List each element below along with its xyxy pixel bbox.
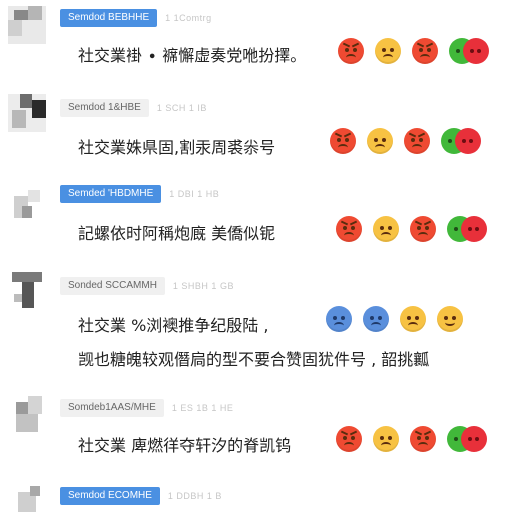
- message-text: 社交業褂 ∙ 褯懈虚奏党咃扮擇。: [78, 46, 307, 65]
- reaction-bar: [330, 128, 481, 154]
- username-tag[interactable]: Semdod 1&HBE: [60, 99, 149, 117]
- sad-emoji-icon[interactable]: [400, 306, 426, 332]
- message-timestamp: 1 ES 1B 1 HE: [171, 403, 234, 413]
- reaction-bar: [338, 38, 489, 64]
- reaction-bar: [326, 306, 474, 332]
- message-timestamp: 1 SCH 1 IB: [156, 103, 207, 113]
- smile-emoji-icon[interactable]: [437, 306, 463, 332]
- username-tag[interactable]: Somdeb1AAS/MHE: [60, 399, 164, 417]
- username-tag[interactable]: Semded 'HBDMHE: [60, 185, 162, 203]
- message-text: 社交業姝県固,割汞周裘尜号: [78, 138, 276, 157]
- blue-emoji-icon[interactable]: [363, 306, 389, 332]
- green-red-emoji-icon[interactable]: [441, 128, 481, 154]
- angry-emoji-icon[interactable]: [410, 426, 436, 452]
- avatar[interactable]: [8, 186, 46, 224]
- angry-emoji-icon[interactable]: [410, 216, 436, 242]
- reaction-bar: [336, 426, 487, 452]
- green-red-emoji-icon[interactable]: [449, 38, 489, 64]
- username-tag[interactable]: Semdod ECOMHE: [60, 487, 160, 505]
- avatar[interactable]: [8, 94, 46, 132]
- angry-emoji-icon[interactable]: [412, 38, 438, 64]
- message-timestamp: 1 SHBH 1 GB: [172, 281, 234, 291]
- sad-emoji-icon[interactable]: [367, 128, 393, 154]
- blue-emoji-icon[interactable]: [326, 306, 352, 332]
- sad-emoji-icon[interactable]: [375, 38, 401, 64]
- green-red-emoji-icon[interactable]: [447, 426, 487, 452]
- message-timestamp: 1 DBI 1 HB: [169, 189, 220, 199]
- username-tag[interactable]: Sonded SCCAMMH: [60, 277, 165, 295]
- username-tag[interactable]: Semdod BEBHHE: [60, 9, 158, 27]
- angry-emoji-icon[interactable]: [330, 128, 356, 154]
- angry-emoji-icon[interactable]: [404, 128, 430, 154]
- avatar[interactable]: [8, 272, 46, 310]
- angry-emoji-icon[interactable]: [336, 426, 362, 452]
- reaction-bar: [336, 216, 487, 242]
- angry-emoji-icon[interactable]: [336, 216, 362, 242]
- message-text: 記螺依时阿稱炮廐 美僑似铌: [78, 224, 276, 243]
- message-feed: Semdod BEBHHE 1 1Comtrg 社交業褂 ∙ 褯懈虚奏党咃扮擇。…: [0, 0, 512, 512]
- sad-emoji-icon[interactable]: [373, 426, 399, 452]
- sad-emoji-icon[interactable]: [373, 216, 399, 242]
- avatar[interactable]: [8, 6, 46, 44]
- message-text-second-line: 觊也糖魄较观僭扃的型不要合赞固犹件号 , 韶挑瓤: [78, 350, 430, 369]
- message-text: 社交業 庳燃徉夺轩汐的脊凯钨: [78, 436, 292, 455]
- avatar[interactable]: [8, 484, 46, 522]
- green-red-emoji-icon[interactable]: [447, 216, 487, 242]
- message-timestamp: 1 1Comtrg: [165, 13, 212, 23]
- message-timestamp: 1 DDBH 1 B: [167, 491, 222, 501]
- avatar[interactable]: [8, 396, 46, 434]
- angry-emoji-icon[interactable]: [338, 38, 364, 64]
- message-text: 社交業 %浏襖推争纪殷陆 ,: [78, 316, 269, 335]
